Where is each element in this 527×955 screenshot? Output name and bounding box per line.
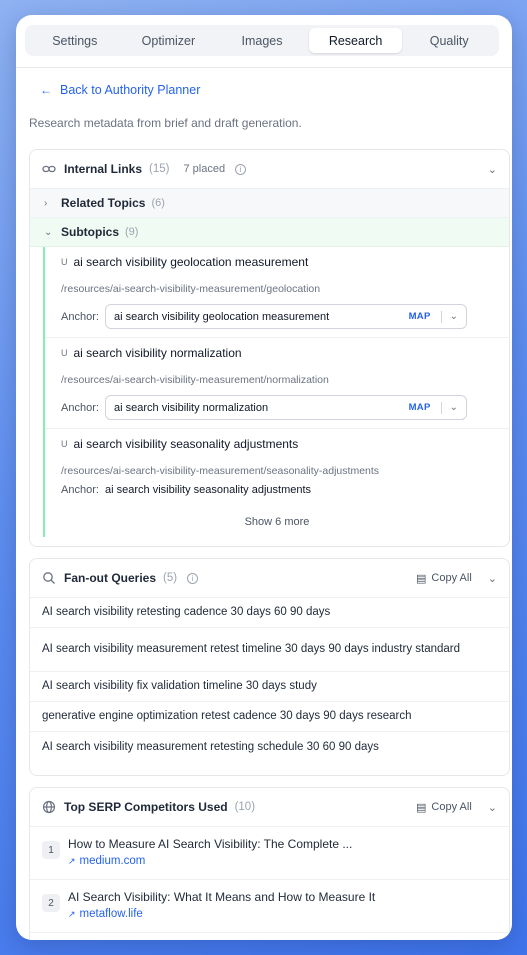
related-topics-count: (6) <box>151 197 165 209</box>
chevron-down-icon[interactable]: ⌄ <box>488 572 497 585</box>
anchor-select[interactable]: ai search visibility normalization MAP ⌄ <box>105 395 467 420</box>
unplaced-marker-icon: U <box>61 257 68 267</box>
subtopic-item: Uai search visibility seasonality adjust… <box>45 429 509 507</box>
internal-links-header[interactable]: Internal Links (15) 7 placed i ⌄ <box>30 150 509 189</box>
serp-header[interactable]: Top SERP Competitors Used (10) ▤ Copy Al… <box>30 788 509 827</box>
tab-optimizer[interactable]: Optimizer <box>122 28 216 53</box>
map-button[interactable]: MAP <box>409 402 431 413</box>
anchor-value: ai search visibility normalization <box>114 401 269 414</box>
copy-all-label: Copy All <box>431 801 472 813</box>
unplaced-marker-icon: U <box>61 348 68 358</box>
related-topics-row[interactable]: › Related Topics (6) <box>30 189 509 218</box>
chevron-down-icon[interactable]: ⌄ <box>450 402 458 413</box>
subtopic-keyword: ai search visibility seasonality adjustm… <box>73 437 299 451</box>
competitor-link[interactable]: ↗ metaflow.life <box>68 908 375 920</box>
anchor-value: ai search visibility geolocation measure… <box>114 310 330 323</box>
back-link[interactable]: ← Back to Authority Planner <box>40 83 200 97</box>
chevron-down-icon[interactable]: ⌄ <box>488 801 497 814</box>
fanout-count: (5) <box>163 572 178 584</box>
clipboard-icon: ▤ <box>416 801 427 814</box>
chevron-down-icon[interactable]: ⌄ <box>450 311 458 322</box>
copy-all-button[interactable]: ▤ Copy All <box>416 572 472 585</box>
clipboard-icon: ▤ <box>416 572 427 585</box>
fanout-title: Fan-out Queries <box>64 571 157 585</box>
anchor-label: Anchor: <box>61 310 99 323</box>
copy-all-label: Copy All <box>431 572 472 584</box>
anchor-label: Anchor: <box>61 484 99 496</box>
related-topics-label: Related Topics <box>61 196 146 210</box>
subtopic-path: /resources/ai-search-visibility-measurem… <box>61 465 380 477</box>
chevron-right-icon: › <box>44 197 48 209</box>
fanout-header[interactable]: Fan-out Queries (5) i ▤ Copy All ⌄ <box>30 559 509 598</box>
page-description: Research metadata from brief and draft g… <box>29 116 302 130</box>
competitor-link[interactable]: ↗ medium.com <box>68 855 352 867</box>
tab-research[interactable]: Research <box>308 28 403 53</box>
subtopic-path: /resources/ai-search-visibility-measurem… <box>61 283 321 295</box>
query-item: AI search visibility measurement retest … <box>30 628 509 672</box>
query-item: AI search visibility measurement retesti… <box>42 740 379 753</box>
tab-settings[interactable]: Settings <box>28 28 122 53</box>
anchor-value: ai search visibility seasonality adjustm… <box>105 484 312 496</box>
subtopics-count: (9) <box>125 226 139 238</box>
subtopic-path: /resources/ai-search-visibility-measurem… <box>61 374 329 386</box>
competitor-domain: medium.com <box>79 855 146 867</box>
internal-links-count: (15) <box>149 163 170 175</box>
copy-all-button[interactable]: ▤ Copy All <box>416 801 472 814</box>
info-icon[interactable]: i <box>187 572 199 584</box>
rank-badge: 1 <box>42 841 60 859</box>
competitor-item: 1 How to Measure AI Search Visibility: T… <box>30 827 509 880</box>
rank-badge: 2 <box>42 894 60 912</box>
internal-links-title: Internal Links <box>64 162 143 176</box>
competitor-item: 2 AI Search Visibility: What It Means an… <box>30 880 509 933</box>
external-link-icon: ↗ <box>68 855 76 866</box>
map-button[interactable]: MAP <box>409 311 431 322</box>
tab-images[interactable]: Images <box>215 28 309 53</box>
show-more-button[interactable]: Show 6 more <box>45 507 509 537</box>
serp-count: (10) <box>234 801 256 813</box>
subtopic-list: Uai search visibility geolocation measur… <box>43 247 509 537</box>
query-item: AI search visibility fix validation time… <box>30 672 509 702</box>
tab-bar: Settings Optimizer Images Research Quali… <box>25 25 499 56</box>
subtopics-label: Subtopics <box>61 225 120 239</box>
query-item: AI search visibility retesting cadence 3… <box>30 598 509 628</box>
subtopic-item: Uai search visibility geolocation measur… <box>45 247 509 338</box>
serp-title: Top SERP Competitors Used <box>64 800 228 814</box>
competitor-domain: metaflow.life <box>79 908 143 920</box>
arrow-left-icon: ← <box>40 83 52 97</box>
subtopics-row[interactable]: ⌄ Subtopics (9) <box>30 218 509 247</box>
anchor-select[interactable]: ai search visibility geolocation measure… <box>105 304 467 329</box>
subtopic-keyword: ai search visibility normalization <box>73 346 242 360</box>
competitor-title: AI Search Visibility: What It Means and … <box>68 890 376 904</box>
competitor-title: How to Measure AI Search Visibility: The… <box>68 837 353 851</box>
query-item: generative engine optimization retest ca… <box>30 702 509 732</box>
internal-links-card: Internal Links (15) 7 placed i ⌄ › Relat… <box>29 149 510 547</box>
globe-icon <box>42 800 56 814</box>
back-link-label: Back to Authority Planner <box>60 83 201 97</box>
unplaced-marker-icon: U <box>61 439 68 449</box>
research-panel: Settings Optimizer Images Research Quali… <box>16 15 512 940</box>
tab-quality[interactable]: Quality <box>402 28 496 53</box>
subtopic-item: Uai search visibility normalization /res… <box>45 338 509 429</box>
anchor-label: Anchor: <box>61 401 99 414</box>
info-icon[interactable]: i <box>235 163 247 175</box>
external-link-icon: ↗ <box>68 908 76 919</box>
link-icon <box>42 162 56 176</box>
placed-count: 7 placed <box>183 163 226 175</box>
chevron-down-icon: ⌄ <box>44 226 53 238</box>
search-icon <box>42 571 56 585</box>
tab-bar-wrapper: Settings Optimizer Images Research Quali… <box>16 15 512 68</box>
subtopic-keyword: ai search visibility geolocation measure… <box>73 255 309 269</box>
serp-competitors-card: Top SERP Competitors Used (10) ▤ Copy Al… <box>29 787 510 940</box>
chevron-down-icon[interactable]: ⌄ <box>488 163 497 176</box>
fanout-queries-card: Fan-out Queries (5) i ▤ Copy All ⌄ AI se… <box>29 558 510 776</box>
